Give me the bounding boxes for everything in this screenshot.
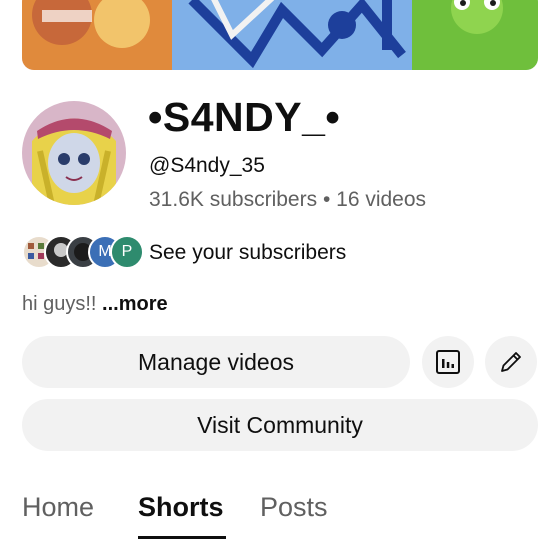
- active-tab-indicator: [138, 536, 226, 539]
- pencil-icon: [501, 352, 521, 372]
- channel-avatar[interactable]: [22, 101, 126, 205]
- channel-name: •S4NDY_•: [148, 94, 341, 140]
- see-subscribers-label[interactable]: See your subscribers: [149, 241, 346, 265]
- channel-stats: 31.6K subscribers • 16 videos: [149, 188, 426, 212]
- channel-tabs: Home Shorts Posts: [0, 480, 560, 560]
- edit-channel-button[interactable]: [485, 336, 537, 388]
- tab-home[interactable]: Home: [22, 492, 94, 523]
- see-subscribers-row[interactable]: M P See your subscribers: [22, 235, 422, 271]
- channel-handle: @S4ndy_35: [149, 154, 265, 177]
- visit-community-button[interactable]: Visit Community: [22, 399, 538, 451]
- subscriber-avatar: P: [110, 235, 144, 269]
- analytics-icon: [436, 350, 460, 374]
- manage-videos-button[interactable]: Manage videos: [22, 336, 410, 388]
- stats-separator: •: [322, 188, 331, 211]
- channel-description: hi guys!! ...more: [22, 293, 168, 316]
- visit-community-label: Visit Community: [197, 411, 363, 438]
- tab-posts[interactable]: Posts: [260, 492, 328, 523]
- tab-shorts[interactable]: Shorts: [138, 492, 224, 523]
- analytics-button[interactable]: [422, 336, 474, 388]
- manage-videos-label: Manage videos: [138, 348, 294, 375]
- description-text: hi guys!!: [22, 293, 103, 315]
- video-count: 16 videos: [336, 188, 427, 211]
- channel-banner: [22, 0, 538, 70]
- subscriber-count: 31.6K subscribers: [149, 188, 318, 211]
- more-link[interactable]: ...more: [102, 293, 168, 315]
